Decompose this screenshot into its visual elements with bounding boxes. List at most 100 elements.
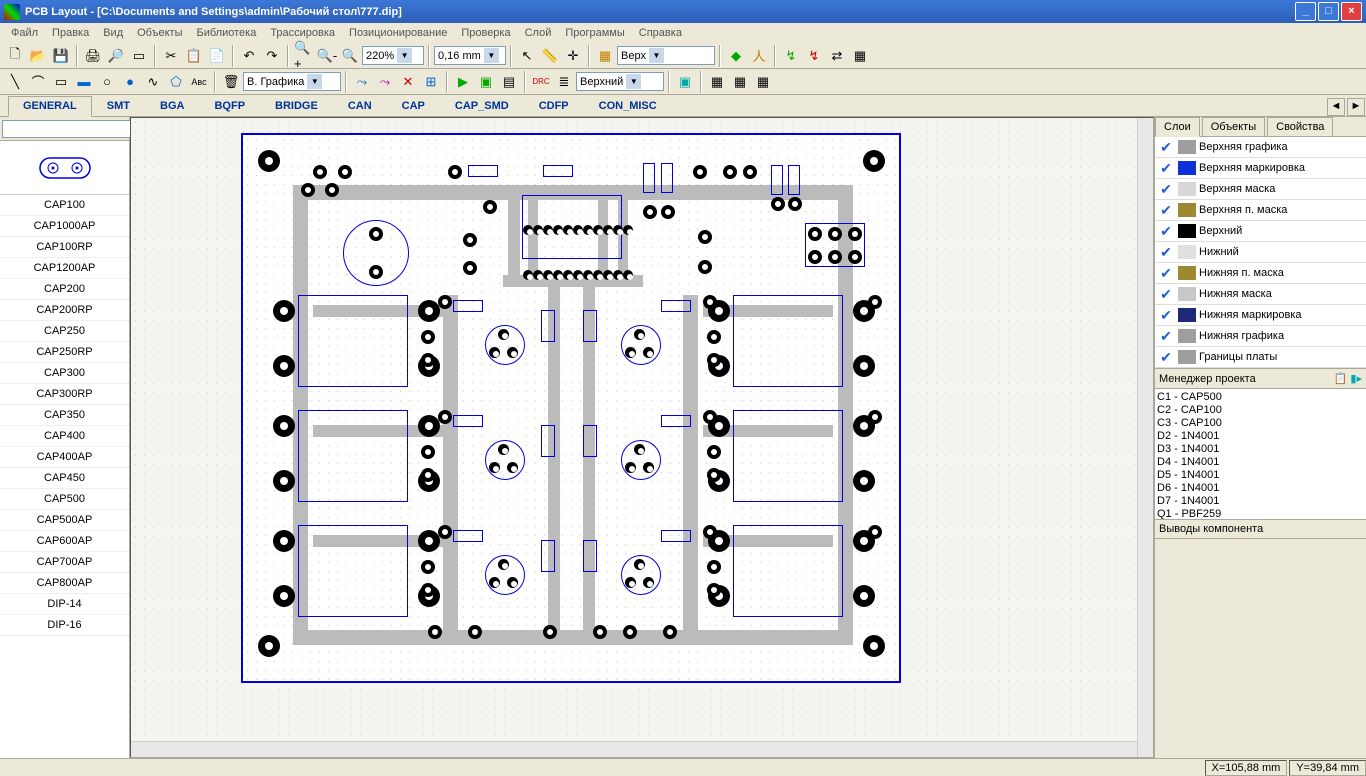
tab-bridge[interactable]: BRIDGE [260, 96, 333, 116]
pm-item[interactable]: D2 - 1N4001 [1157, 430, 1364, 443]
layer-combo[interactable]: Верх▼ [617, 46, 715, 65]
preview-icon[interactable]: 🔎 [105, 45, 127, 67]
check-icon[interactable]: ✔ [1157, 244, 1175, 261]
pcb-board[interactable] [241, 133, 901, 683]
canvas-hscroll[interactable] [131, 741, 1137, 757]
open-icon[interactable]: 📂 [27, 45, 49, 67]
pm-item[interactable]: C2 - CAP100 [1157, 404, 1364, 417]
layer-row[interactable]: ✔Нижний [1155, 242, 1366, 263]
layer2-combo[interactable]: Верхний▼ [576, 72, 664, 91]
drc-icon[interactable]: DRC [530, 71, 552, 93]
component-item[interactable]: CAP500 [0, 489, 129, 510]
menu-справка[interactable]: Справка [632, 25, 689, 41]
layer-swatch[interactable] [1178, 161, 1196, 175]
layer-swatch[interactable] [1178, 266, 1196, 280]
undo-icon[interactable]: ↶ [238, 45, 260, 67]
ellipse-icon[interactable]: ○ [96, 71, 118, 93]
check-icon[interactable]: ✔ [1157, 349, 1175, 366]
route2-icon[interactable]: ⤳ [374, 71, 396, 93]
canvas-vscroll[interactable] [1137, 118, 1153, 757]
tab-can[interactable]: CAN [333, 96, 387, 116]
rtab-1[interactable]: Объекты [1202, 117, 1265, 137]
layer-row[interactable]: ✔Нижняя маркировка [1155, 305, 1366, 326]
layer-swatch[interactable] [1178, 287, 1196, 301]
layer-row[interactable]: ✔Границы платы [1155, 347, 1366, 368]
mode-combo[interactable]: В. Графика▼ [243, 72, 341, 91]
component-item[interactable]: CAP100 [0, 195, 129, 216]
component-item[interactable]: CAP300 [0, 363, 129, 384]
pm-item[interactable]: D5 - 1N4001 [1157, 469, 1364, 482]
zoomout-icon[interactable]: 🔍- [316, 45, 338, 67]
tab-cap[interactable]: CAP [387, 96, 440, 116]
fellipse-icon[interactable]: ● [119, 71, 141, 93]
zoomin-icon[interactable]: 🔍+ [293, 45, 315, 67]
route3-icon[interactable]: ✕ [397, 71, 419, 93]
new-icon[interactable]: 🗋 [4, 45, 26, 67]
component-item[interactable]: CAP250 [0, 321, 129, 342]
rtab-0[interactable]: Слои [1155, 117, 1200, 137]
table-icon[interactable]: ▦ [849, 45, 871, 67]
component-item[interactable]: CAP500AP [0, 510, 129, 531]
pm-item[interactable]: D3 - 1N4001 [1157, 443, 1364, 456]
3d-icon[interactable]: ▣ [674, 71, 696, 93]
play-icon[interactable]: ▶ [452, 71, 474, 93]
layer-swatch[interactable] [1178, 245, 1196, 259]
rtab-2[interactable]: Свойства [1267, 117, 1333, 137]
layer-swatch[interactable] [1178, 308, 1196, 322]
tab-smt[interactable]: SMT [92, 96, 145, 116]
component-item[interactable]: CAP1000AP [0, 216, 129, 237]
menu-проверка[interactable]: Проверка [454, 25, 517, 41]
title-icon[interactable]: ▭ [128, 45, 150, 67]
print-icon[interactable]: 🖨 [82, 45, 104, 67]
layer-swatch[interactable] [1178, 224, 1196, 238]
layer-swatch[interactable] [1178, 350, 1196, 364]
zoom-combo[interactable]: 220%▼ [362, 46, 424, 65]
tab-cap_smd[interactable]: CAP_SMD [440, 96, 524, 116]
poly2-icon[interactable]: ⬠ [165, 71, 187, 93]
route4-icon[interactable]: ⊞ [420, 71, 442, 93]
line-icon[interactable]: ╲ [4, 71, 26, 93]
layer-swatch[interactable] [1178, 140, 1196, 154]
layer-swatch[interactable] [1178, 329, 1196, 343]
tab-left-button[interactable]: ◄ [1327, 98, 1345, 116]
component-search-input[interactable] [2, 120, 146, 138]
cut-icon[interactable]: ✂ [160, 45, 182, 67]
tab-bqfp[interactable]: BQFP [199, 96, 260, 116]
component-item[interactable]: CAP350 [0, 405, 129, 426]
pm-item[interactable]: D4 - 1N4001 [1157, 456, 1364, 469]
menu-программы[interactable]: Программы [558, 25, 631, 41]
conn-icon[interactable]: ↯ [780, 45, 802, 67]
tab-general[interactable]: GENERAL [8, 96, 92, 117]
redo-icon[interactable]: ↷ [261, 45, 283, 67]
layer-row[interactable]: ✔Верхняя графика [1155, 137, 1366, 158]
text-icon[interactable]: Авс [188, 71, 210, 93]
component-item[interactable]: CAP1200AP [0, 258, 129, 279]
layer-row[interactable]: ✔Верхняя п. маска [1155, 200, 1366, 221]
menu-позиционирование[interactable]: Позиционирование [342, 25, 454, 41]
component-item[interactable]: CAP200 [0, 279, 129, 300]
check-icon[interactable]: ✔ [1157, 265, 1175, 282]
component-item[interactable]: CAP400AP [0, 447, 129, 468]
del-icon[interactable]: 🗑 [220, 71, 242, 93]
step-icon[interactable]: ▣ [475, 71, 497, 93]
minimize-button[interactable]: _ [1295, 2, 1316, 21]
width-combo[interactable]: 0,16 mm▼ [434, 46, 506, 65]
check-icon[interactable]: ✔ [1157, 286, 1175, 303]
pm-item[interactable]: Q1 - PBF259 [1157, 508, 1364, 519]
grid-icon[interactable]: ▦ [594, 45, 616, 67]
layer-row[interactable]: ✔Верхний [1155, 221, 1366, 242]
tab-con_misc[interactable]: CON_MISC [584, 96, 672, 116]
arc-icon[interactable]: ⌒ [27, 71, 49, 93]
pm-item[interactable]: D7 - 1N4001 [1157, 495, 1364, 508]
component-item[interactable]: CAP200RP [0, 300, 129, 321]
route1-icon[interactable]: ⤳ [351, 71, 373, 93]
layer-swatch[interactable] [1178, 182, 1196, 196]
pcb-canvas[interactable] [130, 117, 1154, 758]
pt2-icon[interactable]: 人 [748, 45, 770, 67]
pm-item[interactable]: C1 - CAP500 [1157, 391, 1364, 404]
menu-файл[interactable]: Файл [4, 25, 45, 41]
pm-item[interactable]: D6 - 1N4001 [1157, 482, 1364, 495]
rect-icon[interactable]: ▭ [50, 71, 72, 93]
menu-вид[interactable]: Вид [96, 25, 130, 41]
chip2-icon[interactable]: ▦ [729, 71, 751, 93]
